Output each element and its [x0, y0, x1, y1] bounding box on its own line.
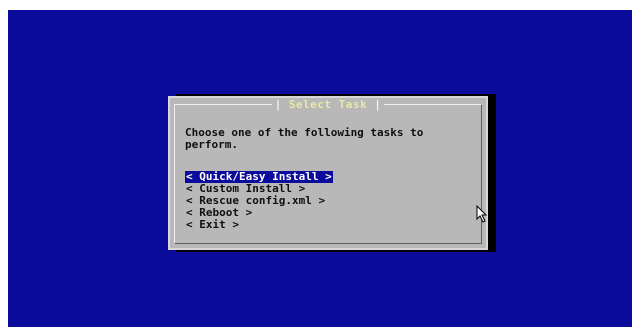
menu-item-exit[interactable]: < Exit > — [185, 219, 333, 231]
dialog-title-wrap: | Select Task | — [175, 97, 481, 111]
menu-item-label: < Exit > — [186, 218, 239, 231]
dialog-title-text: Select Task — [288, 98, 368, 111]
dialog-prompt: Choose one of the following tasks to per… — [185, 126, 424, 151]
title-right-bar: | — [374, 98, 382, 111]
dialog-title: | Select Task | — [271, 98, 385, 111]
dialog-frame: | Select Task | Choose one of the follow… — [174, 99, 482, 244]
task-menu: < Quick/Easy Install > < Custom Install … — [185, 171, 333, 231]
select-task-dialog: | Select Task | Choose one of the follow… — [168, 96, 488, 250]
title-left-bar: | — [274, 98, 282, 111]
mouse-pointer-icon — [476, 205, 488, 223]
